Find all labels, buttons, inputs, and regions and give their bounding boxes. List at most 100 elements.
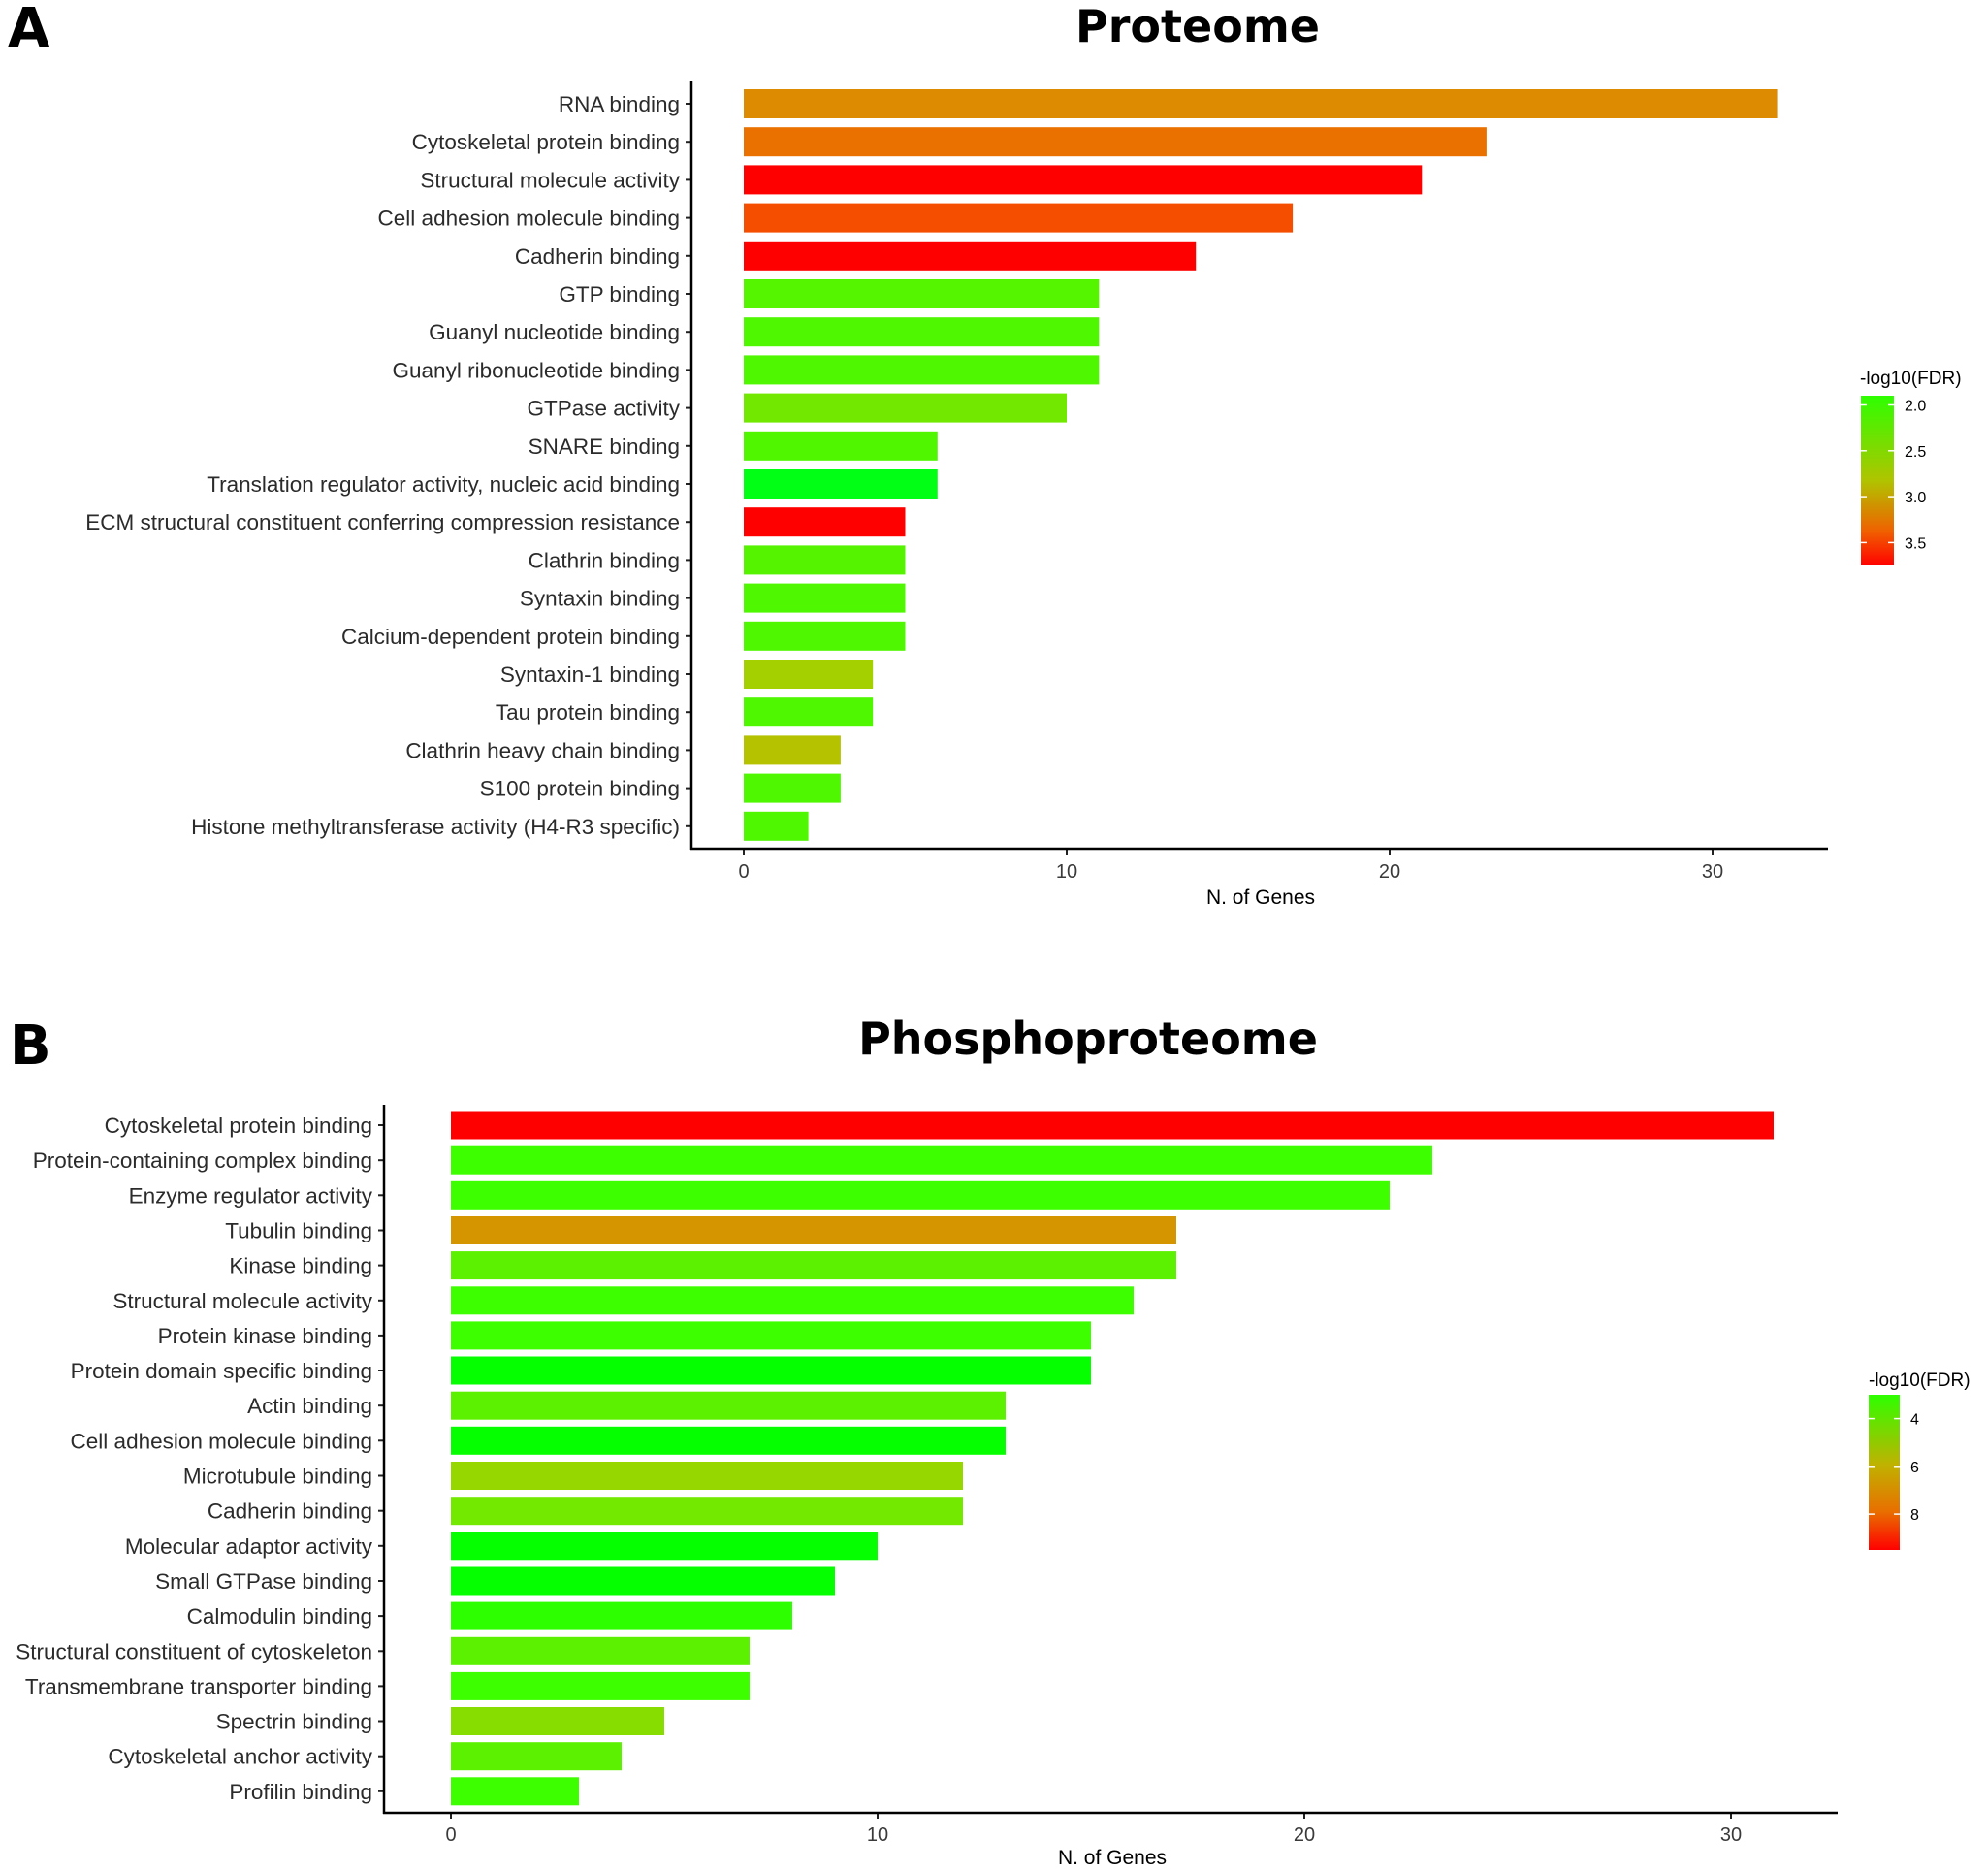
- go-enrichment-figure: A Proteome RNA binding Cytoskeletal prote…: [8, 0, 1971, 1869]
- bar-16: [744, 660, 874, 689]
- category-label: Cytoskeletal anchor activity: [108, 1745, 372, 1769]
- x-tick-label: 0: [738, 861, 749, 883]
- legend-tick-label: 6: [1910, 1460, 1919, 1476]
- category-label: Clathrin heavy chain binding: [405, 738, 680, 762]
- bar-9: [451, 1391, 1006, 1420]
- bar-1: [451, 1111, 1774, 1140]
- x-tick-label: 10: [867, 1824, 888, 1846]
- category-label: Guanyl ribonucleotide binding: [393, 358, 680, 382]
- x-tick-label: 10: [1056, 861, 1077, 883]
- category-label: Translation regulator activity, nucleic …: [207, 472, 680, 497]
- bar-2: [451, 1145, 1432, 1175]
- bar-19: [451, 1742, 622, 1771]
- legend-tick-label: 3.5: [1905, 535, 1926, 552]
- bar-7: [744, 317, 1100, 347]
- bar-8: [451, 1356, 1091, 1385]
- panel-b-bars: [451, 1111, 1774, 1806]
- bar-11: [451, 1462, 963, 1490]
- category-label: Molecular adaptor activity: [125, 1534, 373, 1559]
- bar-2: [744, 127, 1487, 157]
- panel-a-x-axis-title: N. of Genes: [1206, 887, 1315, 909]
- category-label: Spectrin binding: [216, 1710, 372, 1734]
- x-tick-label: 20: [1294, 1824, 1315, 1846]
- bar-10: [451, 1426, 1006, 1455]
- panel-a-colorbar-legend: -log10(FDR) 2.0 2.5 3.0 3.5: [1860, 369, 1962, 565]
- bar-5: [451, 1251, 1176, 1280]
- panel-a-legend-title: -log10(FDR): [1860, 369, 1962, 389]
- panel-b-x-ticks: 0 10 20 30: [445, 1813, 1742, 1846]
- category-label: Protein domain specific binding: [71, 1359, 372, 1383]
- category-label: GTPase activity: [527, 397, 680, 421]
- bar-17: [451, 1671, 750, 1700]
- x-tick-label: 30: [1720, 1824, 1742, 1846]
- bar-13: [744, 545, 906, 575]
- panel-b-category-labels: Cytoskeletal protein binding Protein-cont…: [16, 1113, 384, 1804]
- category-label: Calcium-dependent protein binding: [341, 625, 680, 649]
- category-label: Structural constituent of cytoskeleton: [16, 1639, 372, 1663]
- panel-a-title: Proteome: [1075, 0, 1320, 52]
- category-label: Histone methyltransferase activity (H4-R…: [191, 815, 680, 839]
- category-label: Cadherin binding: [208, 1500, 372, 1524]
- x-tick-label: 0: [445, 1824, 456, 1846]
- panel-b-colorbar-legend: -log10(FDR) 4 6 8: [1869, 1371, 1971, 1550]
- bar-12: [451, 1497, 963, 1526]
- legend-tick-label: 4: [1910, 1412, 1919, 1429]
- category-label: Transmembrane transporter binding: [25, 1674, 372, 1698]
- bar-15: [744, 621, 906, 651]
- bar-3: [451, 1180, 1390, 1210]
- panel-letter-b: B: [10, 1015, 51, 1078]
- bar-14: [451, 1566, 835, 1596]
- category-label: Cytoskeletal protein binding: [105, 1113, 372, 1138]
- bar-20: [451, 1777, 579, 1806]
- bar-10: [744, 431, 938, 461]
- panel-a-bars: [744, 89, 1778, 841]
- category-label: Protein-containing complex binding: [33, 1148, 372, 1173]
- category-label: Clathrin binding: [529, 548, 680, 572]
- bar-5: [744, 241, 1197, 271]
- bar-11: [744, 469, 938, 499]
- category-label: Tubulin binding: [225, 1219, 372, 1243]
- panel-b-title: Phosphoproteome: [858, 1013, 1318, 1065]
- bar-12: [744, 507, 906, 537]
- legend-tick-label: 8: [1910, 1507, 1919, 1524]
- panel-a-category-labels: RNA binding Cytoskeletal protein binding S…: [85, 92, 691, 839]
- panel-b-x-axis-title: N. of Genes: [1058, 1847, 1167, 1869]
- category-label: Cell adhesion molecule binding: [71, 1429, 372, 1453]
- legend-tick-label: 3.0: [1905, 490, 1926, 506]
- category-label: Kinase binding: [229, 1254, 372, 1278]
- bar-19: [744, 773, 841, 803]
- bar-4: [451, 1216, 1176, 1244]
- x-tick-label: 30: [1702, 861, 1723, 883]
- bar-3: [744, 165, 1423, 195]
- category-label: Cytoskeletal protein binding: [412, 130, 680, 154]
- panel-letter-a: A: [8, 0, 50, 60]
- bar-9: [744, 393, 1067, 423]
- panel-a-colorbar: [1861, 396, 1894, 565]
- category-label: Syntaxin binding: [520, 587, 680, 611]
- bar-6: [451, 1286, 1134, 1315]
- bar-6: [744, 279, 1100, 308]
- category-label: Protein kinase binding: [158, 1324, 372, 1348]
- panel-a: A Proteome RNA binding Cytoskeletal prote…: [8, 0, 1962, 909]
- bar-7: [451, 1321, 1091, 1350]
- bar-18: [451, 1707, 664, 1735]
- bar-13: [451, 1532, 878, 1561]
- bar-8: [744, 355, 1100, 385]
- bar-15: [451, 1601, 792, 1630]
- bar-4: [744, 203, 1294, 233]
- category-label: Guanyl nucleotide binding: [429, 320, 680, 344]
- bar-17: [744, 697, 874, 727]
- bar-18: [744, 735, 841, 765]
- category-label: RNA binding: [559, 92, 680, 116]
- category-label: S100 protein binding: [480, 777, 680, 801]
- bar-16: [451, 1636, 750, 1665]
- category-label: Cadherin binding: [515, 244, 680, 269]
- x-tick-label: 20: [1379, 861, 1400, 883]
- category-label: Structural molecule activity: [420, 168, 680, 192]
- category-label: Syntaxin-1 binding: [500, 662, 680, 687]
- panel-a-x-ticks: 0 10 20 30: [738, 849, 1723, 883]
- category-label: ECM structural constituent conferring co…: [85, 510, 680, 534]
- panel-b-legend-title: -log10(FDR): [1869, 1371, 1971, 1391]
- category-label: SNARE binding: [529, 435, 680, 459]
- category-label: Calmodulin binding: [187, 1604, 372, 1629]
